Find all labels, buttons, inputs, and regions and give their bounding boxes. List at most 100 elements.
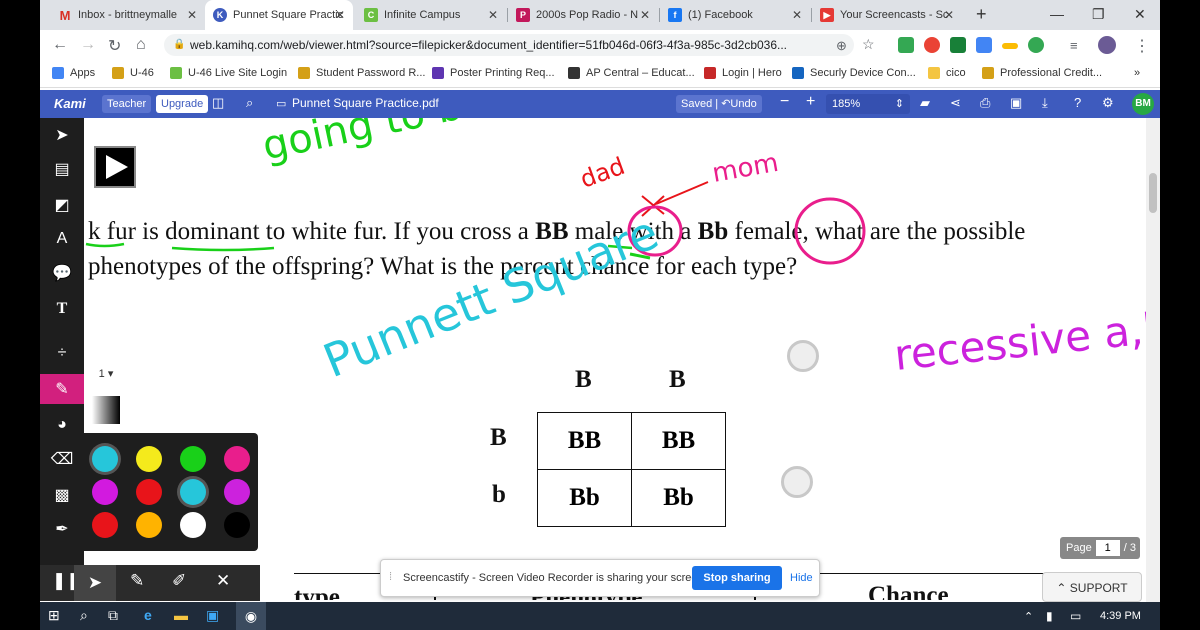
eraser-icon[interactable]: ⌫ — [40, 444, 84, 474]
shape-tool-icon[interactable]: ◩ — [40, 190, 84, 220]
opacity-picker[interactable] — [92, 396, 120, 424]
close-icon[interactable]: ✕ — [792, 8, 802, 22]
page-input[interactable]: 1 — [1095, 540, 1120, 556]
select-tool-icon[interactable]: ➤ — [40, 120, 84, 150]
close-icon[interactable]: ✕ — [944, 8, 954, 22]
back-icon[interactable]: ← — [52, 36, 68, 54]
document-filename[interactable]: Punnet Square Practice.pdf — [292, 96, 439, 110]
save-status[interactable]: Saved | ↶Undo — [676, 95, 762, 113]
print-icon[interactable]: ⎙ — [980, 95, 990, 111]
color-swatch-cyan[interactable] — [92, 446, 118, 472]
zoom-select[interactable]: 185% ⇕ — [826, 94, 910, 114]
taskbar-clock[interactable]: 4:39 PM — [1100, 610, 1141, 622]
support-button[interactable]: ⌃ SUPPORT — [1042, 572, 1142, 602]
home-icon[interactable]: ⌂ — [136, 36, 146, 54]
draw-tool-icon[interactable]: ✎ — [40, 374, 84, 404]
tab-gmail[interactable]: M Inbox - brittneymalle ✕ — [50, 0, 205, 30]
tab-screencasts[interactable]: ▶ Your Screencasts - Sc ✕ — [812, 0, 962, 30]
extension-icon[interactable] — [1002, 43, 1018, 49]
reload-icon[interactable]: ↻ — [108, 36, 121, 56]
color-swatch-red[interactable] — [136, 479, 162, 505]
color-swatch-magenta[interactable] — [92, 479, 118, 505]
drag-handle-icon[interactable]: ⁞ — [389, 571, 392, 583]
color-swatch-yellow[interactable] — [136, 446, 162, 472]
scrollbar-thumb[interactable] — [1149, 173, 1157, 213]
color-swatch-purple[interactable] — [224, 479, 250, 505]
tab-facebook[interactable]: f (1) Facebook ✕ — [660, 0, 810, 30]
close-icon[interactable]: ✕ — [335, 8, 345, 22]
download-icon[interactable]: ⤓ — [1042, 95, 1048, 111]
extension-icon[interactable] — [924, 37, 940, 53]
comment-icon[interactable]: 💬 — [40, 258, 84, 288]
pointer-icon[interactable]: ➤ — [74, 565, 116, 601]
bookmark-hero[interactable]: Login | Hero — [704, 67, 782, 79]
pen-icon[interactable]: ✎ — [130, 571, 144, 591]
menu-icon[interactable]: ⋮ — [1134, 36, 1150, 56]
highlighter-icon[interactable]: ✐ — [172, 571, 186, 591]
pen-size-select[interactable]: 1 ▾ — [90, 358, 122, 390]
network-icon[interactable]: ▭ — [1070, 609, 1081, 623]
bookmark-securly[interactable]: Securly Device Con... — [792, 67, 916, 79]
shapes-icon[interactable]: ◕ — [40, 410, 84, 440]
text-tool-icon[interactable]: T — [40, 294, 84, 324]
file-explorer-icon[interactable]: ▬ — [174, 607, 188, 623]
bookmark-student-password[interactable]: Student Password R... — [298, 67, 425, 79]
close-icon[interactable]: ✕ — [187, 8, 197, 22]
chevron-up-icon[interactable]: ⌃ — [1024, 610, 1033, 623]
usb-icon[interactable]: ▮ — [1046, 609, 1053, 623]
search-icon[interactable]: ⌕ — [80, 607, 88, 624]
url-field[interactable]: 🔒 web.kamihq.com/web/viewer.html?source=… — [164, 34, 854, 56]
hide-button[interactable]: Hide — [790, 572, 813, 584]
task-view-icon[interactable]: ⧉ — [108, 607, 118, 624]
text-highlight-icon[interactable]: ▤ — [40, 154, 84, 184]
color-swatch-pink[interactable] — [224, 446, 250, 472]
more-bookmarks-button[interactable]: » — [1134, 67, 1140, 79]
store-icon[interactable]: ▣ — [206, 607, 219, 624]
sidebar-toggle-icon[interactable]: ◫ — [212, 95, 224, 111]
extension-icon[interactable] — [898, 37, 914, 53]
image-icon[interactable]: ▩ — [40, 480, 84, 510]
new-tab-button[interactable]: + — [976, 4, 987, 25]
close-icon[interactable]: ✕ — [640, 8, 650, 22]
bookmark-credit[interactable]: Professional Credit... — [982, 67, 1102, 79]
color-swatch-red[interactable] — [92, 512, 118, 538]
extension-icon[interactable] — [976, 37, 992, 53]
star-icon[interactable]: ☆ — [862, 36, 875, 53]
chrome-icon[interactable]: ◉ — [236, 602, 266, 630]
tab-kami[interactable]: K Punnet Square Practic ✕ — [205, 0, 353, 30]
extension-icon[interactable] — [1028, 37, 1044, 53]
upgrade-button[interactable]: Upgrade — [156, 95, 209, 113]
close-icon[interactable]: ✕ — [488, 8, 498, 22]
bookmark-ap-central[interactable]: AP Central – Educat... — [568, 67, 695, 79]
close-icon[interactable]: ✕ — [216, 571, 230, 591]
search-icon[interactable]: ⌕ — [246, 95, 253, 111]
tab-infinite-campus[interactable]: C Infinite Campus ✕ — [356, 0, 506, 30]
scrollbar[interactable] — [1146, 118, 1160, 602]
color-swatch-white[interactable] — [180, 512, 206, 538]
color-swatch-black[interactable] — [224, 512, 250, 538]
bookmark-u46[interactable]: U-46 — [112, 67, 154, 79]
zoom-out-icon[interactable]: − — [780, 93, 789, 111]
close-window-button[interactable]: ✕ — [1134, 6, 1146, 23]
open-folder-icon[interactable]: ▰ — [920, 95, 930, 111]
color-swatch-cyan[interactable] — [180, 479, 206, 505]
tab-radio[interactable]: P 2000s Pop Radio - N ✕ — [508, 0, 658, 30]
help-icon[interactable]: ? — [1074, 95, 1081, 110]
restore-button[interactable]: ❐ — [1092, 6, 1105, 23]
signature-icon[interactable]: ✒ — [40, 514, 84, 544]
color-swatch-orange[interactable] — [136, 512, 162, 538]
add-icon[interactable]: ⊕ — [836, 38, 847, 54]
windows-start-icon[interactable]: ⊞ — [48, 607, 60, 624]
play-icon[interactable] — [94, 146, 136, 188]
profile-avatar[interactable] — [1098, 36, 1116, 54]
forward-icon[interactable]: → — [80, 36, 96, 54]
markup-icon[interactable]: A — [40, 224, 84, 254]
extension-icon[interactable] — [950, 37, 966, 53]
user-avatar[interactable]: BM — [1132, 93, 1154, 115]
zoom-in-icon[interactable]: + — [806, 93, 815, 111]
save-icon[interactable]: ▣ — [1010, 95, 1022, 111]
minimize-button[interactable]: — — [1050, 6, 1064, 22]
settings-icon[interactable]: ⚙ — [1102, 95, 1114, 111]
color-swatch-green[interactable] — [180, 446, 206, 472]
edge-icon[interactable]: e — [144, 607, 152, 623]
